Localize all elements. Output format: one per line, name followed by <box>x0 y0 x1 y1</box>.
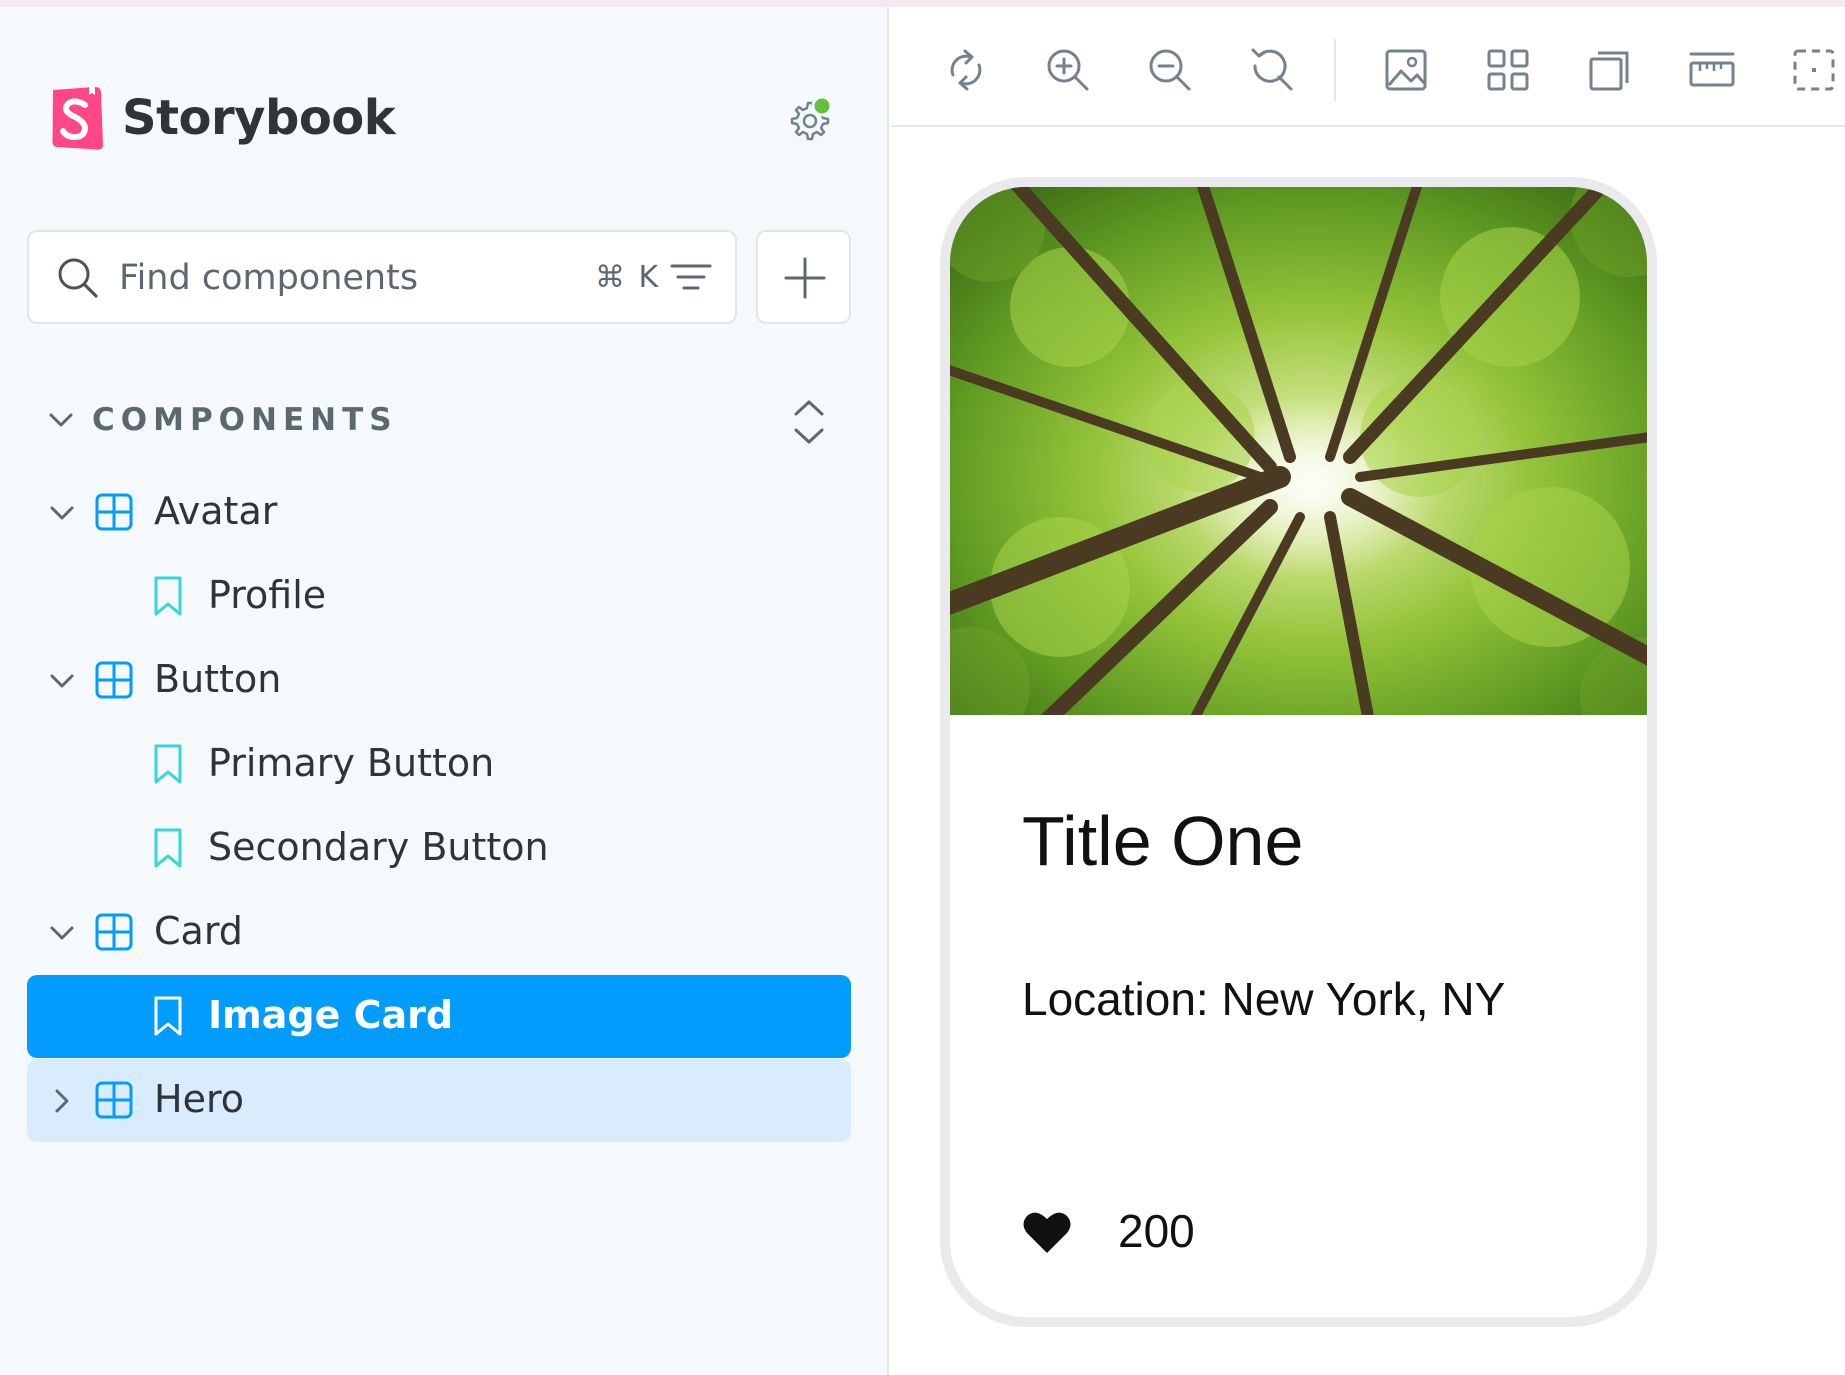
zoom-out-icon[interactable] <box>1145 45 1195 95</box>
sidebar: Storybook Find components ⌘ K COMPONENTS… <box>0 7 889 1375</box>
settings-button[interactable] <box>784 95 836 147</box>
search-placeholder: Find components <box>119 258 419 298</box>
add-story-button[interactable] <box>756 230 851 324</box>
sidebar-item-image-card[interactable]: Image Card <box>27 975 851 1058</box>
image-card: Title One Location: New York, NY 200 <box>940 177 1657 1327</box>
chevron-down-icon <box>50 506 74 520</box>
sidebar-item-label: Hero <box>154 1077 244 1121</box>
filter-icon[interactable] <box>669 258 713 298</box>
heart-icon[interactable] <box>1022 1209 1072 1255</box>
gear-icon <box>790 95 833 141</box>
sidebar-item-label: Card <box>154 909 243 953</box>
storybook-logo <box>52 86 103 150</box>
bookmark-icon <box>154 576 182 616</box>
component-icon <box>95 913 133 951</box>
sidebar-item-label: Primary Button <box>208 741 495 785</box>
remount-icon[interactable] <box>941 45 991 95</box>
sidebar-item-avatar[interactable]: Avatar <box>27 471 851 554</box>
card-title: Title One <box>1022 802 1304 880</box>
sidebar-item-card[interactable]: Card <box>27 891 851 974</box>
background-icon[interactable] <box>1381 45 1431 95</box>
sidebar-item-primary-button[interactable]: Primary Button <box>27 723 851 806</box>
sidebar-item-label: Image Card <box>208 993 454 1037</box>
bookmark-icon <box>154 996 182 1036</box>
sidebar-item-secondary-button[interactable]: Secondary Button <box>27 807 851 890</box>
chevron-down-icon <box>49 413 73 427</box>
sidebar-item-label: Avatar <box>154 489 278 533</box>
component-icon <box>95 661 133 699</box>
chevron-down-icon <box>50 674 74 688</box>
sidebar-item-hero[interactable]: Hero <box>27 1059 851 1142</box>
viewport-icon[interactable] <box>1585 45 1635 95</box>
search-icon <box>58 258 98 298</box>
sidebar-item-label: Profile <box>208 573 327 617</box>
card-image <box>950 187 1647 715</box>
search-input[interactable]: Find components ⌘ K <box>27 230 737 324</box>
sidebar-item-profile[interactable]: Profile <box>27 555 851 638</box>
brand[interactable]: Storybook <box>51 85 396 151</box>
section-title: COMPONENTS <box>92 402 398 438</box>
like-count: 200 <box>1118 1205 1195 1257</box>
components-section-header[interactable]: COMPONENTS <box>46 402 398 438</box>
outline-icon[interactable] <box>1789 45 1839 95</box>
bookmark-icon <box>154 828 182 868</box>
chevron-down-icon <box>50 926 74 940</box>
bookmark-icon <box>154 744 182 784</box>
expand-collapse-all-icon[interactable] <box>790 397 828 447</box>
sidebar-item-button[interactable]: Button <box>27 639 851 722</box>
chevron-right-icon <box>55 1089 69 1113</box>
toolbar-divider <box>1334 39 1336 101</box>
component-icon <box>95 1081 133 1119</box>
app-name: Storybook <box>122 90 396 146</box>
search-shortcut: ⌘ K <box>595 260 661 295</box>
zoom-reset-icon[interactable] <box>1247 45 1297 95</box>
status-dot <box>811 95 833 117</box>
story-canvas: Title One Location: New York, NY 200 <box>891 127 1845 1375</box>
grid-icon[interactable] <box>1483 45 1533 95</box>
window-top-strip <box>0 0 1845 7</box>
measure-icon[interactable] <box>1687 45 1737 95</box>
card-location: Location: New York, NY <box>1022 973 1506 1025</box>
zoom-in-icon[interactable] <box>1043 45 1093 95</box>
plus-icon <box>784 257 826 299</box>
sidebar-item-label: Button <box>154 657 282 701</box>
sidebar-item-label: Secondary Button <box>208 825 549 869</box>
component-icon <box>95 493 133 531</box>
canvas-toolbar <box>891 7 1845 127</box>
